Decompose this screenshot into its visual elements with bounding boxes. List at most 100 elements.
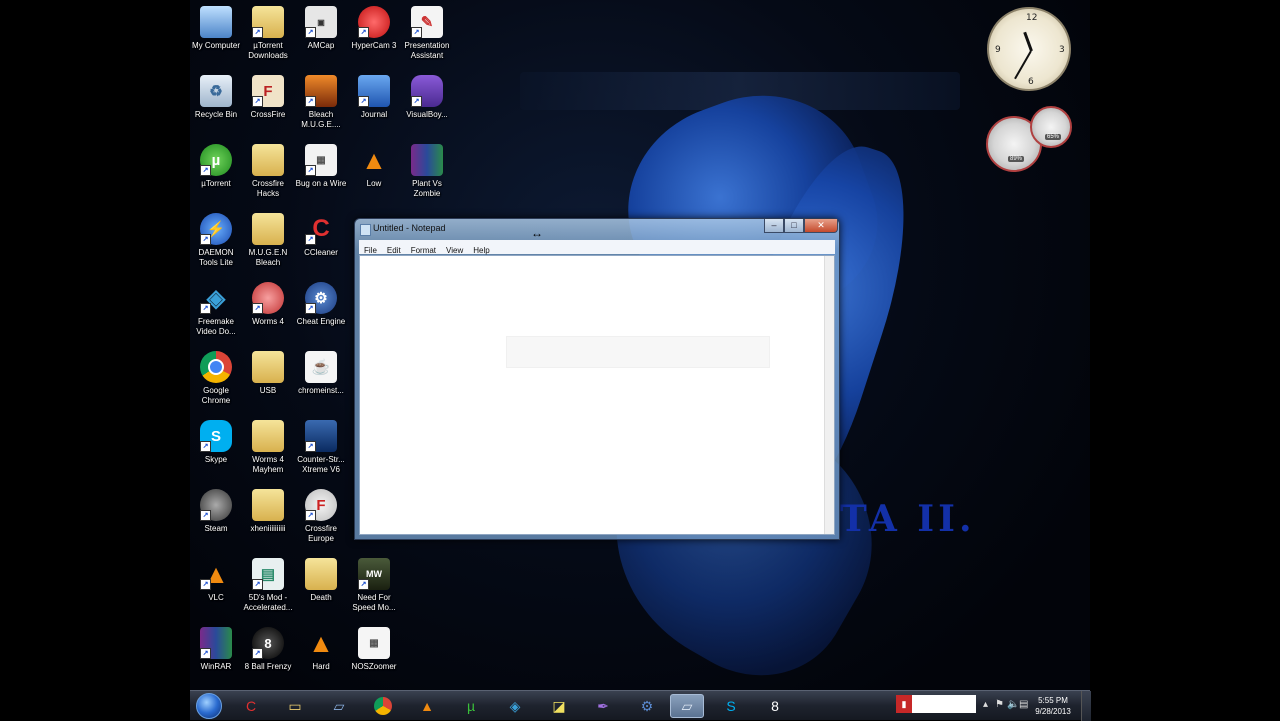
skype-icon: S ↗ [200,420,232,452]
desktop-icon-hypercam[interactable]: ↗ HyperCam 3 [347,6,401,51]
desktop-icon-journal[interactable]: ↗ Journal [347,75,401,120]
desktop-icon-amcap[interactable]: ▣ ↗ AMCap [294,6,348,51]
desktop-icon-utorrent-downloads[interactable]: ↗ µTorrent Downloads [241,6,295,61]
desktop-icon-5ds-mod[interactable]: ▤ ↗ 5D's Mod - Accelerated... [241,558,295,613]
desktop-icon-my-computer[interactable]: My Computer [189,6,243,51]
show-desktop-button[interactable] [1081,691,1091,721]
tray-network-icon[interactable]: ▤ [1019,699,1028,710]
desktop-icon-ccleaner[interactable]: C ↗ CCleaner [294,213,348,258]
taskbar-ccleaner[interactable]: C [234,694,268,718]
presentation-icon: ✎ ↗ [411,6,443,38]
taskbar-sticky-notes[interactable]: ◪ [542,694,576,718]
taskbar-chrome[interactable] [366,694,400,718]
desktop-icon-crossfire-europe[interactable]: F ↗ Crossfire Europe [294,489,348,544]
desktop-icon-hard[interactable]: ▲ Hard [294,627,348,672]
desktop-icon-mugen-bleach[interactable]: M.U.G.E.N Bleach [241,213,295,268]
resize-cursor-icon: ↔ [531,226,543,240]
desktop-icon-plant-vs-zombie[interactable]: Plant Vs Zombie [400,144,454,199]
desktop-icon-skype[interactable]: S ↗ Skype [189,420,243,465]
menu-view[interactable]: View [441,244,468,255]
ccleaner-icon: C ↗ [305,213,337,245]
desktop-icon-crossfire-hacks[interactable]: Crossfire Hacks [241,144,295,199]
taskbar-freemake[interactable]: ◈ [498,694,532,718]
desktop-icon-presentation-assistant[interactable]: ✎ ↗ Presentation Assistant [400,6,454,61]
ghost-overlay [506,336,770,368]
minimize-button[interactable]: – [764,219,784,233]
clock-minute-hand [1014,50,1032,80]
close-button[interactable]: ✕ [804,219,838,233]
desktop-icon-counter-strike[interactable]: ↗ Counter-Str... Xtreme V6 [294,420,348,475]
crossfire-icon: F ↗ [252,75,284,107]
hypercam-icon: ↗ [358,6,390,38]
taskbar-skype[interactable]: S [714,694,748,718]
maximize-button[interactable]: □ [784,219,804,233]
folder-icon [252,213,284,245]
tray-app-icon[interactable]: ▮ [896,695,912,713]
desktop-icon-chromeinst[interactable]: ☕ chromeinst... [294,351,348,396]
crossfire-europe-icon: F ↗ [305,489,337,521]
desktop-icon-bleach-mugen[interactable]: ↗ Bleach M.U.G.E.... [294,75,348,130]
eight-ball-icon: 8 ↗ [252,627,284,659]
desktop-icon-noszoomer[interactable]: ▦ NOSZoomer [347,627,401,672]
desktop-icon-utorrent[interactable]: µ ↗ µTorrent [189,144,243,189]
taskbar-cheat-engine[interactable]: ⚙ [630,694,664,718]
folder-icon [252,420,284,452]
tray-date: 9/28/2013 [1035,707,1071,716]
freemake-icon: ◈ ↗ [200,282,232,314]
menu-format[interactable]: Format [406,244,441,255]
desktop-icon-bug-on-a-wire[interactable]: ▦ ↗ Bug on a Wire [294,144,348,189]
desktop-icon-need-for-speed[interactable]: MW ↗ Need For Speed Mo... [347,558,401,613]
folder-icon [252,489,284,521]
taskbar-feather[interactable]: ✒ [586,694,620,718]
desktop-icon-cheat-engine[interactable]: ⚙ ↗ Cheat Engine [294,282,348,327]
desktop-icon-usb[interactable]: USB [241,351,295,396]
clock-number: 12 [1026,13,1038,23]
gameboy-icon: ↗ [411,75,443,107]
menu-help[interactable]: Help [468,244,494,255]
taskbar: C ▭ ▱ ▲ µ ◈ ◪ ✒ ⚙ ▱ S 8 ▮ ▴ ⚑ 🔈 ▤ 5:55 P… [190,690,1091,721]
worms-icon: ↗ [252,282,284,314]
noszoomer-icon: ▦ [358,627,390,659]
menu-edit[interactable]: Edit [382,244,406,255]
vlc-cone-icon: ▲ [308,627,334,658]
desktop-icon-winrar[interactable]: ↗ WinRAR [189,627,243,672]
desktop-icon-visualboy[interactable]: ↗ VisualBoy... [400,75,454,120]
notepad-window[interactable]: Untitled - Notepad – □ ✕ File Edit Format V… [354,218,840,540]
taskbar-notepad[interactable]: ▱ [670,694,704,718]
desktop-icon-death[interactable]: Death [294,558,348,603]
desktop-icon-8-ball-frenzy[interactable]: 8 ↗ 8 Ball Frenzy [241,627,295,672]
desktop-icon-vlc[interactable]: ▲ ↗ VLC [189,558,243,603]
taskbar-vlc[interactable]: ▲ [410,694,444,718]
vertical-scrollbar[interactable] [824,256,834,534]
menu-file[interactable]: File [359,244,382,255]
desktop-icon-freemake[interactable]: ◈ ↗ Freemake Video Do... [189,282,243,337]
start-button[interactable] [196,693,222,719]
desktop-icon-worms4-mayhem[interactable]: Worms 4 Mayhem [241,420,295,475]
memory-meter-value: 65% [1045,134,1062,140]
desktop-icon-crossfire[interactable]: F ↗ CrossFire [241,75,295,120]
desktop-icon-daemon-tools[interactable]: ⚡ ↗ DAEMON Tools Lite [189,213,243,268]
taskbar-utorrent[interactable]: µ [454,694,488,718]
taskbar-8-ball-frenzy[interactable]: 8 [758,694,792,718]
desktop-icon-steam[interactable]: ↗ Steam [189,489,243,534]
bleach-icon: ↗ [305,75,337,107]
desktop-icon-recycle-bin[interactable]: ♻ Recycle Bin [189,75,243,120]
folder-icon [252,144,284,176]
tray-expand-icon[interactable]: ▴ [983,699,988,710]
desktop-icon-low[interactable]: ▲ Low [347,144,401,189]
utorrent-icon: µ ↗ [200,144,232,176]
clock-gadget[interactable]: 12 3 6 9 [987,7,1071,91]
tray-flag-icon[interactable]: ⚑ [995,699,1004,710]
taskbar-window-switcher[interactable]: ▱ [322,694,356,718]
desktop-icon-xhenii[interactable]: xheniiiiiiiiii [241,489,295,534]
taskbar-explorer[interactable]: ▭ [278,694,312,718]
desktop-icon-worms4[interactable]: ↗ Worms 4 [241,282,295,327]
clock-hour-hand [1023,31,1033,52]
tray-volume-icon[interactable]: 🔈 [1007,699,1019,710]
tray-clock[interactable]: 5:55 PM 9/28/2013 [1030,695,1076,717]
memory-meter-gadget[interactable]: 65% [1030,106,1072,148]
folder-icon: ↗ [252,6,284,38]
menu-bar: File Edit Format View Help [359,240,835,255]
desktop-icon-google-chrome[interactable]: Google Chrome [189,351,243,406]
text-editor-area[interactable] [359,255,835,535]
